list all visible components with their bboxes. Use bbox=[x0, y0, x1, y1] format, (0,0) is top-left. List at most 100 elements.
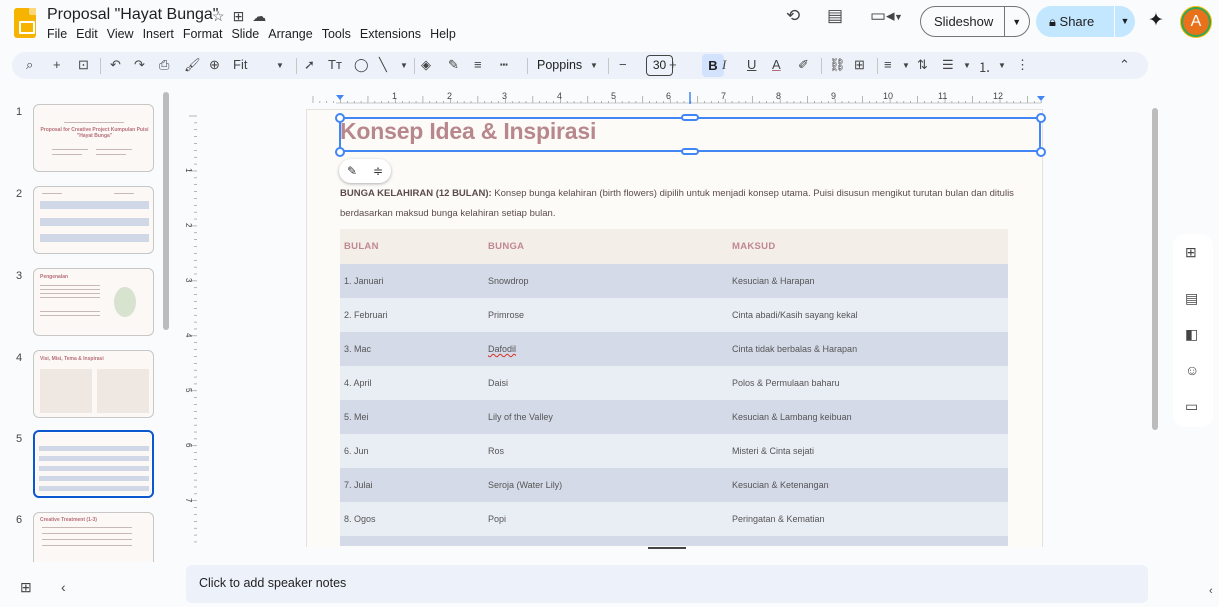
slideshow-button[interactable]: Slideshow ▼ bbox=[920, 6, 1030, 37]
menu-help[interactable]: Help bbox=[430, 27, 461, 41]
slide-thumbnail-2[interactable] bbox=[33, 186, 154, 254]
numbered-list-icon[interactable]: ⒈ bbox=[978, 57, 991, 76]
ruler-label: 7 bbox=[186, 498, 193, 503]
resize-handle[interactable] bbox=[335, 113, 345, 123]
highlight-color-icon[interactable]: ✐ bbox=[798, 57, 809, 73]
left-indent-marker-icon[interactable] bbox=[336, 95, 344, 100]
line-icon[interactable]: ╲ bbox=[379, 57, 387, 73]
numbered-list-dropdown-icon[interactable]: ▼ bbox=[998, 61, 1006, 70]
title-selection-box[interactable] bbox=[339, 117, 1041, 152]
folder-icon[interactable]: ▭ bbox=[1185, 398, 1198, 415]
print-icon[interactable]: ⎙ bbox=[159, 57, 169, 73]
resize-handle[interactable] bbox=[335, 147, 345, 157]
slide-thumbnail-5[interactable] bbox=[33, 430, 154, 498]
zoom-dropdown-icon[interactable]: ▼ bbox=[276, 61, 284, 70]
meet-dropdown-icon[interactable]: ▼ bbox=[894, 12, 903, 22]
grid-view-icon[interactable]: ⊞ bbox=[20, 579, 32, 596]
birth-flower-table[interactable]: BULAN BUNGA MAKSUD 1. Januari Snowdrop K… bbox=[340, 229, 1008, 546]
menu-file[interactable]: File bbox=[47, 27, 72, 41]
gemini-sparkle-icon[interactable]: ✦ bbox=[1148, 9, 1164, 32]
magic-edit-icon[interactable]: ✎ bbox=[347, 164, 357, 178]
align-dropdown-icon[interactable]: ▼ bbox=[902, 61, 910, 70]
resize-handle[interactable] bbox=[1036, 113, 1046, 123]
share-dropdown-icon[interactable]: ▼ bbox=[1114, 6, 1135, 37]
zoom-select[interactable]: Fit bbox=[233, 57, 247, 72]
show-side-panel-icon[interactable]: ‹ bbox=[1209, 585, 1213, 597]
increase-font-size-icon[interactable]: + bbox=[669, 57, 677, 72]
select-cursor-icon[interactable]: ➚ bbox=[304, 57, 315, 73]
align-icon[interactable]: ≡ bbox=[884, 57, 892, 72]
bulleted-list-icon[interactable]: ☰ bbox=[942, 57, 954, 73]
keep-icon[interactable]: ◧ bbox=[1185, 326, 1198, 343]
meet-video-icon[interactable]: ▭◂ bbox=[870, 6, 895, 26]
cloud-status-icon[interactable]: ☁ bbox=[252, 8, 266, 25]
font-dropdown-icon[interactable]: ▼ bbox=[590, 61, 598, 70]
menu-slide[interactable]: Slide bbox=[231, 27, 264, 41]
border-dash-icon[interactable]: ┅ bbox=[500, 57, 508, 73]
star-icon[interactable]: ☆ bbox=[212, 8, 225, 25]
insert-link-icon[interactable]: ⛓︎ bbox=[829, 57, 846, 73]
paint-format-icon[interactable]: 🖌︎ bbox=[184, 57, 201, 73]
toolbar-divider bbox=[100, 58, 101, 74]
underline-button[interactable]: U bbox=[747, 57, 756, 72]
font-family-select[interactable]: Poppins bbox=[537, 58, 582, 72]
resize-handle[interactable] bbox=[681, 148, 699, 155]
share-button[interactable]: 🔒︎ Share ▼ bbox=[1036, 6, 1135, 37]
comments-icon[interactable]: ▤ bbox=[827, 6, 843, 26]
notes-resize-handle[interactable] bbox=[648, 547, 686, 549]
zoom-icon[interactable]: ⊕ bbox=[209, 57, 220, 73]
contacts-icon[interactable]: ☺ bbox=[1185, 362, 1199, 378]
more-options-icon[interactable]: ⋮ bbox=[1016, 57, 1029, 73]
slide-thumbnail-1[interactable]: Proposal for Creative Project Kumpulan P… bbox=[33, 104, 154, 172]
collapse-filmstrip-icon[interactable]: ‹ bbox=[61, 579, 66, 595]
decrease-font-size-icon[interactable]: − bbox=[619, 57, 627, 72]
image-shape-icon[interactable]: ◯ bbox=[354, 57, 369, 73]
add-comment-icon[interactable]: ⊞ bbox=[854, 57, 865, 73]
table-row: 2. Februari Primrose Cinta abadi/Kasih s… bbox=[340, 298, 1008, 332]
filmstrip-scrollbar[interactable] bbox=[163, 92, 169, 330]
slide-thumbnail-6[interactable]: Creative Treatment (1-3) bbox=[33, 512, 154, 562]
slides-logo-icon[interactable] bbox=[14, 8, 36, 38]
slide-thumbnail-3[interactable]: Pengenalan bbox=[33, 268, 154, 336]
right-indent-marker-icon[interactable] bbox=[1037, 96, 1045, 101]
line-spacing-icon[interactable]: ⇅ bbox=[917, 57, 928, 73]
body-paragraph[interactable]: BUNGA KELAHIRAN (12 BULAN): Konsep bunga… bbox=[340, 184, 1020, 224]
move-folder-icon[interactable]: ⊞ bbox=[233, 8, 245, 25]
menu-insert[interactable]: Insert bbox=[143, 27, 179, 41]
search-menus-icon[interactable]: ⌕ bbox=[26, 57, 33, 73]
speaker-notes[interactable]: Click to add speaker notes bbox=[186, 565, 1148, 603]
menu-extensions[interactable]: Extensions bbox=[360, 27, 426, 41]
collapse-toolbar-icon[interactable]: ⌃ bbox=[1119, 57, 1130, 73]
bold-button[interactable]: B bbox=[702, 54, 724, 77]
avatar[interactable]: A bbox=[1181, 7, 1211, 37]
border-weight-icon[interactable]: ≡ bbox=[474, 57, 482, 72]
vertical-ruler[interactable]: 1 2 3 4 5 6 7 bbox=[186, 106, 198, 547]
text-box-icon[interactable]: Tт bbox=[328, 57, 342, 72]
text-color-button[interactable]: A bbox=[772, 57, 781, 72]
menu-arrange[interactable]: Arrange bbox=[268, 27, 317, 41]
notes-panel-icon[interactable]: ▤ bbox=[1185, 290, 1198, 307]
menu-edit[interactable]: Edit bbox=[76, 27, 103, 41]
bulleted-list-dropdown-icon[interactable]: ▼ bbox=[963, 61, 971, 70]
resize-handle[interactable] bbox=[681, 114, 699, 121]
menu-format[interactable]: Format bbox=[183, 27, 228, 41]
redo-icon[interactable]: ↷ bbox=[134, 57, 145, 73]
line-dropdown-icon[interactable]: ▼ bbox=[400, 61, 408, 70]
slideshow-dropdown-icon[interactable]: ▼ bbox=[1005, 17, 1029, 27]
version-history-icon[interactable]: ⟲ bbox=[786, 6, 800, 26]
new-slide-layout-icon[interactable]: ⊡ bbox=[78, 57, 89, 73]
slide-thumbnail-4[interactable]: Visi, Misi, Tema & Inspirasi bbox=[33, 350, 154, 418]
add-image-icon[interactable]: ⊞ bbox=[1185, 244, 1197, 261]
resize-handle[interactable] bbox=[1036, 147, 1046, 157]
undo-icon[interactable]: ↶ bbox=[110, 57, 121, 73]
document-title[interactable]: Proposal "Hayat Bunga" bbox=[47, 6, 218, 24]
italic-button[interactable]: I bbox=[722, 57, 726, 73]
border-color-icon[interactable]: ✎ bbox=[448, 57, 459, 73]
menu-view[interactable]: View bbox=[107, 27, 139, 41]
canvas-scrollbar[interactable] bbox=[1152, 108, 1158, 430]
horizontal-ruler[interactable]: 1 2 3 4 5 6 7 8 9 10 11 12 bbox=[186, 92, 1153, 104]
new-slide-icon[interactable]: + bbox=[53, 57, 61, 72]
vertical-align-icon[interactable]: ≑ bbox=[373, 164, 383, 178]
menu-tools[interactable]: Tools bbox=[322, 27, 356, 41]
fill-color-icon[interactable]: ◈ bbox=[421, 57, 431, 73]
